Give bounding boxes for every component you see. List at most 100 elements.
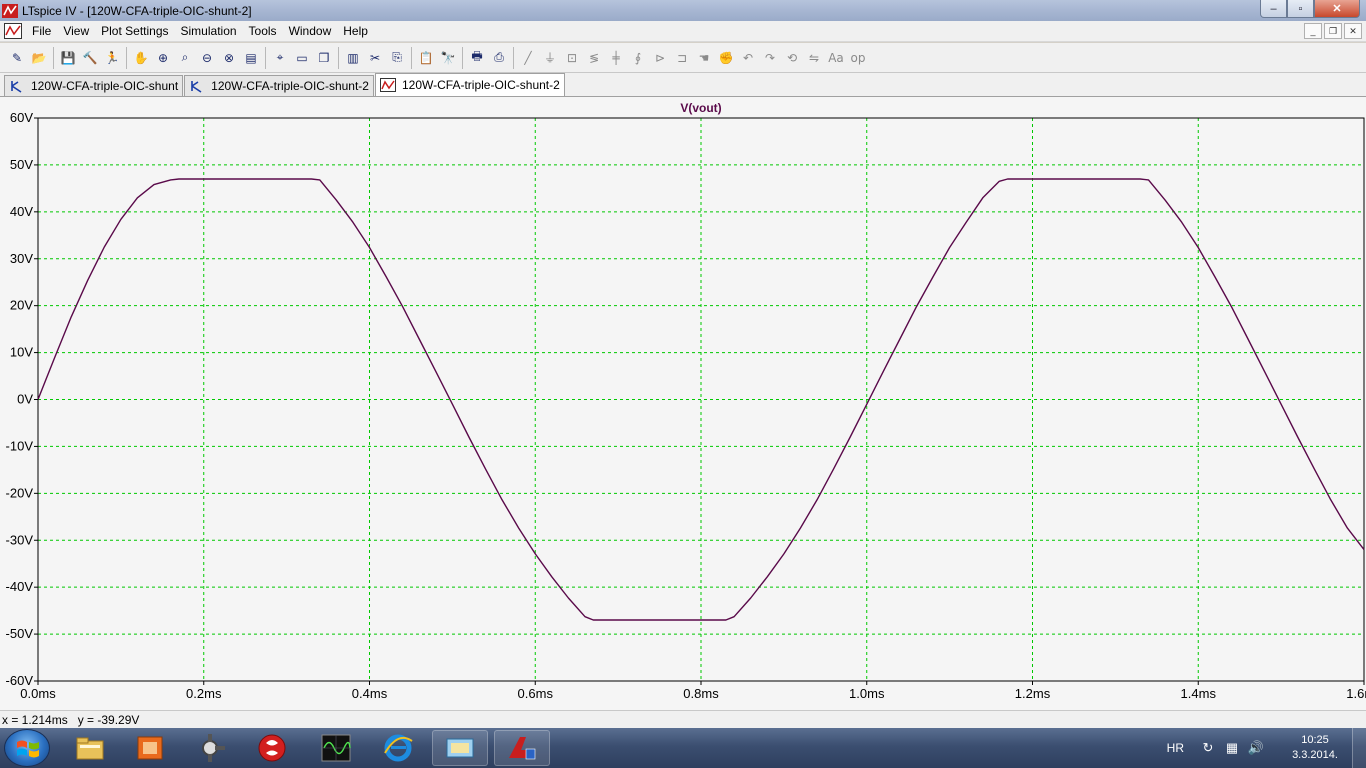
run-button[interactable]: 🏃 xyxy=(101,47,123,69)
taskbar-internet-explorer[interactable] xyxy=(370,730,426,766)
tab-schematic-1[interactable]: 120W-CFA-triple-OIC-shunt xyxy=(4,75,184,96)
cut-button[interactable]: ✂ xyxy=(364,47,386,69)
ltspice-app-icon[interactable] xyxy=(2,3,18,18)
rotate-icon: ⟲ xyxy=(786,50,798,65)
spice-directive-button[interactable]: op xyxy=(847,47,869,69)
control-panel-button[interactable]: 🔨 xyxy=(79,47,101,69)
x-tick-label: 1.4ms xyxy=(1181,686,1217,701)
save-button[interactable]: 💾 xyxy=(57,47,79,69)
mdi-close-button[interactable]: ✕ xyxy=(1344,23,1362,39)
schematic-icon xyxy=(191,81,202,93)
zoom-area-icon: ⌕ xyxy=(181,50,189,64)
status-bar: x = 1.214ms y = -39.29V xyxy=(0,710,1366,728)
copy-icon: ⎘ xyxy=(392,50,402,64)
menu-bar: File View Plot Settings Simulation Tools… xyxy=(0,21,1366,42)
maximize-button[interactable]: ▫ xyxy=(1287,0,1314,18)
capacitor-icon: ╪ xyxy=(612,50,620,65)
tab-waveform[interactable]: 120W-CFA-triple-OIC-shunt-2 xyxy=(374,73,565,96)
tab-label: 120W-CFA-triple-OIC-shunt-2 xyxy=(401,78,560,92)
mail-icon xyxy=(446,738,474,758)
refresh-icon[interactable]: ↻ xyxy=(1198,740,1218,756)
print-button[interactable]: ⎙ xyxy=(488,47,510,69)
taskbar-mail[interactable] xyxy=(432,730,488,766)
cascade-button[interactable]: ❐ xyxy=(313,47,335,69)
move-button[interactable]: ☚ xyxy=(693,47,715,69)
menu-simulation[interactable]: Simulation xyxy=(175,24,243,38)
open-button[interactable]: 📂 xyxy=(28,47,50,69)
diode-icon: ⊳ xyxy=(654,50,666,65)
pan-button[interactable]: ✋ xyxy=(130,47,152,69)
mirror-button[interactable]: ⇋ xyxy=(803,47,825,69)
window-title: LTspice IV - [120W-CFA-triple-OIC-shunt-… xyxy=(22,3,252,18)
menu-help[interactable]: Help xyxy=(337,24,374,38)
drag-button[interactable]: ✊ xyxy=(715,47,737,69)
volume-icon[interactable]: 🔊 xyxy=(1246,740,1266,756)
undo-button[interactable]: ↶ xyxy=(737,47,759,69)
x-tick-label: 0.8ms xyxy=(683,686,719,701)
tile-vertical-icon: ▥ xyxy=(347,50,359,65)
mdi-restore-button[interactable]: ❐ xyxy=(1324,23,1342,39)
component-icon: ⊐ xyxy=(676,50,688,65)
system-tray: HR ↻ ▦ 🔊 10:25 3.3.2014. xyxy=(1167,728,1366,768)
y-tick-label: -50V xyxy=(6,626,34,641)
copy-button[interactable]: ⎘ xyxy=(386,47,408,69)
toolbar-separator xyxy=(462,46,463,69)
mirror-icon: ⇋ xyxy=(808,50,820,65)
trace-title[interactable]: V(vout) xyxy=(680,101,721,115)
taskbar-ltspice[interactable] xyxy=(494,730,550,766)
clock[interactable]: 10:25 3.3.2014. xyxy=(1278,733,1352,763)
zoom-fit-button[interactable]: ⊗ xyxy=(218,47,240,69)
mdi-minimize-button[interactable]: _ xyxy=(1304,23,1322,39)
diode-button[interactable]: ⊳ xyxy=(649,47,671,69)
ground-button[interactable]: ⏚ xyxy=(539,47,561,69)
start-button[interactable] xyxy=(4,729,50,767)
minimize-button[interactable]: – xyxy=(1260,0,1287,18)
y-tick-label: -20V xyxy=(6,485,34,500)
redo-button[interactable]: ↷ xyxy=(759,47,781,69)
title-bar[interactable]: LTspice IV - [120W-CFA-triple-OIC-shunt-… xyxy=(0,0,1366,21)
taskbar-explorer[interactable] xyxy=(62,730,118,766)
taskbar-regedit[interactable] xyxy=(182,730,238,766)
tile-vertical-button[interactable]: ▥ xyxy=(342,47,364,69)
taskbar-office[interactable] xyxy=(122,730,178,766)
clock-date: 3.3.2014. xyxy=(1292,749,1338,761)
tab-schematic-2[interactable]: 120W-CFA-triple-OIC-shunt-2 xyxy=(184,75,374,96)
resistor-button[interactable]: ≶ xyxy=(583,47,605,69)
waveform-plot[interactable]: 0.0ms 0.2ms 0.4ms 0.6ms 0.8ms 1.0ms 1.2ms 1.4ms… xyxy=(0,97,1366,710)
menu-file[interactable]: File xyxy=(26,24,57,38)
label-button[interactable]: ⊡ xyxy=(561,47,583,69)
toolbar-separator xyxy=(53,46,54,69)
menu-window[interactable]: Window xyxy=(283,24,338,38)
component-button[interactable]: ⊐ xyxy=(671,47,693,69)
capacitor-button[interactable]: ╪ xyxy=(605,47,627,69)
new-schematic-button[interactable]: ✎ xyxy=(6,47,28,69)
menu-plot-settings[interactable]: Plot Settings xyxy=(95,24,174,38)
text-button[interactable]: Aa xyxy=(825,47,847,69)
inductor-button[interactable]: ∮ xyxy=(627,47,649,69)
find-button[interactable]: 🔭 xyxy=(437,47,459,69)
tab-bar: 120W-CFA-triple-OIC-shunt 120W-CFA-tripl… xyxy=(0,73,1366,97)
zoom-area-button[interactable]: ⌕ xyxy=(174,47,196,69)
menu-view[interactable]: View xyxy=(57,24,95,38)
close-button[interactable]: ✕ xyxy=(1314,0,1360,18)
language-indicator[interactable]: HR xyxy=(1167,741,1184,755)
waveform-viewer[interactable]: 0.0ms 0.2ms 0.4ms 0.6ms 0.8ms 1.0ms 1.2ms 1.4ms… xyxy=(0,97,1366,710)
print-setup-icon: 🖶 xyxy=(471,49,483,63)
taskbar-antivirus[interactable] xyxy=(244,730,300,766)
wire-button[interactable]: ╱ xyxy=(517,47,539,69)
autorange-button[interactable]: ▤ xyxy=(240,47,262,69)
menu-tools[interactable]: Tools xyxy=(243,24,283,38)
paste-button[interactable]: 📋 xyxy=(415,47,437,69)
x-tick-label: 1.6ms xyxy=(1346,686,1366,701)
waveform-doc-icon[interactable] xyxy=(4,23,22,39)
print-setup-button[interactable]: 🖶 xyxy=(466,47,488,69)
zoom-in-button[interactable]: ⊕ xyxy=(152,47,174,69)
show-desktop-button[interactable] xyxy=(1352,728,1366,768)
taskbar-oscilloscope[interactable] xyxy=(308,730,364,766)
ltspice-icon xyxy=(509,737,536,760)
probe-button[interactable]: ⌖ xyxy=(269,47,291,69)
zoom-out-button[interactable]: ⊖ xyxy=(196,47,218,69)
network-icon[interactable]: ▦ xyxy=(1222,740,1242,756)
rotate-button[interactable]: ⟲ xyxy=(781,47,803,69)
tile-horizontal-button[interactable]: ▭ xyxy=(291,47,313,69)
